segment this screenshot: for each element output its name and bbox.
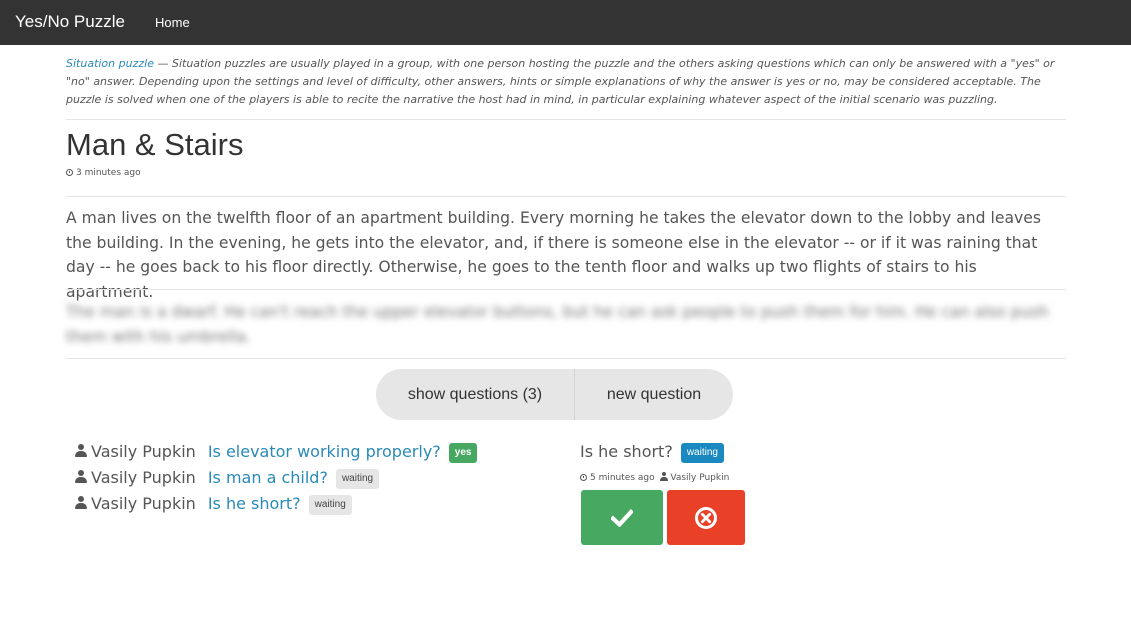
selected-question-time: 5 minutes ago xyxy=(590,473,655,483)
question-row: Vasily Pupkin Is he short? waiting xyxy=(75,491,477,517)
status-badge: waiting xyxy=(308,495,352,515)
question-link[interactable]: Is elevator working properly? xyxy=(208,442,441,461)
new-question-button[interactable]: new question xyxy=(575,369,733,420)
question-link[interactable]: Is man a child? xyxy=(208,468,328,487)
situation-puzzle-link[interactable]: Situation puzzle xyxy=(66,57,154,70)
answer-no-button[interactable] xyxy=(667,490,745,545)
times-circle-icon xyxy=(695,506,717,529)
puzzle-time: 3 minutes ago xyxy=(76,168,141,178)
brand-link[interactable]: Yes/No Puzzle xyxy=(15,12,125,32)
puzzle-meta: 3 minutes ago xyxy=(66,168,141,178)
question-list: Vasily Pupkin Is elevator working properl… xyxy=(75,439,478,517)
divider xyxy=(66,289,1066,290)
divider xyxy=(66,119,1066,120)
selected-question-text: Is he short? xyxy=(580,442,673,461)
question-user: Vasily Pupkin xyxy=(91,468,196,487)
question-user: Vasily Pupkin xyxy=(91,442,196,461)
question-actions: show questions (3) new question xyxy=(376,369,733,420)
navbar: Yes/No Puzzle Home xyxy=(0,0,1131,45)
show-questions-button[interactable]: show questions (3) xyxy=(376,369,575,420)
question-user: Vasily Pupkin xyxy=(91,494,196,513)
status-badge: waiting xyxy=(335,469,380,489)
clock-icon xyxy=(580,474,587,481)
nav-home-link[interactable]: Home xyxy=(155,15,190,30)
selected-question-meta: 5 minutes ago Vasily Pupkin xyxy=(580,472,729,483)
user-icon xyxy=(75,444,87,458)
hidden-answer[interactable]: The man is a dwarf. He can't reach the u… xyxy=(66,300,1066,349)
intro-description: — Situation puzzles are usually played i… xyxy=(66,57,1055,106)
intro-text: Situation puzzle — Situation puzzles are… xyxy=(66,55,1066,109)
divider xyxy=(66,358,1066,359)
selected-status-badge: waiting xyxy=(680,443,724,463)
selected-question-user: Vasily Pupkin xyxy=(670,473,730,483)
question-row: Vasily Pupkin Is elevator working properl… xyxy=(75,439,478,465)
question-row: Vasily Pupkin Is man a child? waiting xyxy=(75,465,477,491)
answer-yes-button[interactable] xyxy=(581,490,663,545)
check-icon xyxy=(611,508,633,527)
selected-question: Is he short? waiting xyxy=(580,442,724,463)
status-badge: yes xyxy=(448,443,478,463)
question-link[interactable]: Is he short? xyxy=(208,494,301,513)
clock-icon xyxy=(66,169,73,176)
puzzle-title: Man & Stairs xyxy=(66,127,244,162)
divider xyxy=(66,196,1066,197)
user-icon xyxy=(75,470,87,484)
user-icon xyxy=(660,472,669,481)
user-icon xyxy=(75,496,87,510)
